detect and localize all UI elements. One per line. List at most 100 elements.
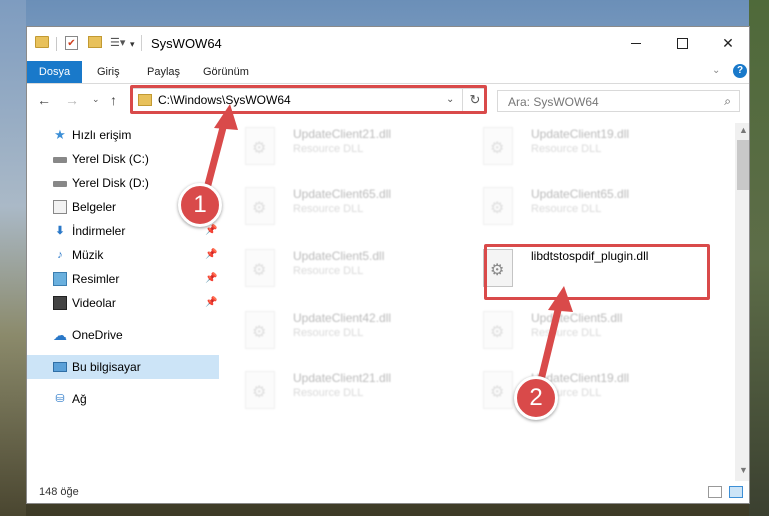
file-item[interactable]: UpdateClient42.dll Resource DLL <box>241 307 471 359</box>
file-name: UpdateClient65.dll <box>531 187 630 201</box>
sidebar-item-this-pc[interactable]: Bu bilgisayar <box>27 355 219 379</box>
file-name: UpdateClient19.dll <box>531 127 630 141</box>
file-name: UpdateClient5.dll <box>531 311 623 325</box>
new-folder-icon[interactable] <box>88 36 102 48</box>
pictures-icon <box>53 272 67 286</box>
sidebar-item-local-disk-c[interactable]: Yerel Disk (C:) <box>27 147 219 171</box>
dll-file-icon <box>245 249 275 287</box>
dll-file-icon <box>483 187 513 225</box>
quick-access-separator <box>56 37 57 51</box>
details-view-icon[interactable] <box>708 486 722 498</box>
folder-icon[interactable] <box>35 36 49 48</box>
file-type: Resource DLL <box>293 265 364 277</box>
sidebar-item-label: Ağ <box>72 392 87 406</box>
drive-icon <box>53 181 67 187</box>
tab-file[interactable]: Dosya <box>27 61 82 83</box>
file-type: Resource DLL <box>293 387 364 399</box>
title-bar: ✔ ☰▾ ▾ SysWOW64 ✕ <box>27 27 749 61</box>
vertical-scrollbar[interactable]: ▲ ▼ <box>735 123 749 481</box>
sidebar-item-onedrive[interactable]: ☁ OneDrive <box>27 323 219 347</box>
maximize-icon <box>676 37 688 49</box>
ribbon-tabs: Dosya Giriş Paylaş Görünüm ⌄ ? <box>27 61 749 84</box>
file-item[interactable]: UpdateClient19.dll Resource DLL <box>479 123 709 175</box>
view-options-icon[interactable]: ☰▾ <box>110 36 126 49</box>
search-placeholder: Ara: SysWOW64 <box>508 95 599 109</box>
sidebar-item-label: Resimler <box>72 272 120 286</box>
scrollbar-thumb[interactable] <box>737 140 749 190</box>
dll-file-icon <box>483 371 513 409</box>
dll-file-icon <box>245 311 275 349</box>
search-input[interactable]: Ara: SysWOW64 ⌕ <box>497 90 740 112</box>
file-name: UpdateClient21.dll <box>293 371 392 385</box>
dll-file-icon <box>245 127 275 165</box>
sidebar-item-label: Videolar <box>72 296 116 310</box>
sidebar-item-label: İndirmeler <box>72 224 126 238</box>
sidebar-item-quick-access[interactable]: ★ Hızlı erişim <box>27 123 219 147</box>
file-item[interactable]: UpdateClient5.dll Resource DLL <box>241 245 471 297</box>
computer-icon <box>53 362 67 372</box>
downloads-icon: ⬇ <box>55 225 65 237</box>
close-button[interactable]: ✕ <box>705 27 749 59</box>
properties-icon[interactable]: ✔ <box>65 36 78 50</box>
sidebar-item-label: Belgeler <box>72 200 117 214</box>
tab-view[interactable]: Görünüm <box>194 61 258 83</box>
file-item[interactable]: UpdateClient5.dll Resource DLL <box>479 307 709 359</box>
item-count: 148 öğe <box>39 486 79 498</box>
file-item[interactable]: UpdateClient21.dll Resource DLL <box>241 367 471 419</box>
scroll-up-icon[interactable]: ▲ <box>739 125 748 135</box>
file-name: UpdateClient42.dll <box>293 311 392 325</box>
title-separator <box>141 35 142 51</box>
forward-arrow-icon[interactable]: → <box>65 92 79 108</box>
sidebar-item-label: Müzik <box>72 248 104 262</box>
address-highlight-box <box>130 85 487 114</box>
desktop-background-right <box>749 0 769 516</box>
sidebar-item-label: Hızlı erişim <box>72 128 132 142</box>
cloud-icon: ☁ <box>53 327 67 343</box>
dll-file-icon <box>483 127 513 165</box>
sidebar-item-label: Yerel Disk (C:) <box>72 152 149 166</box>
sidebar-item-videos[interactable]: Videolar 📌 <box>27 291 219 315</box>
pin-icon[interactable]: 📌 <box>205 267 217 291</box>
dll-file-icon <box>245 187 275 225</box>
pin-icon[interactable]: 📌 <box>205 291 217 315</box>
file-item[interactable]: UpdateClient65.dll Resource DLL <box>241 183 471 235</box>
file-type: Resource DLL <box>531 203 602 215</box>
dll-file-icon <box>483 311 513 349</box>
sidebar-item-music[interactable]: ♪ Müzik 📌 <box>27 243 219 267</box>
documents-icon <box>53 200 67 214</box>
sidebar-item-label: Bu bilgisayar <box>72 360 141 374</box>
file-type: Resource DLL <box>293 327 364 339</box>
tab-home[interactable]: Giriş <box>88 61 129 83</box>
file-item[interactable]: UpdateClient21.dll Resource DLL <box>241 123 471 175</box>
file-name: UpdateClient21.dll <box>293 127 392 141</box>
status-bar: 148 öğe <box>27 481 749 503</box>
minimize-button[interactable] <box>613 27 659 59</box>
sidebar-item-label: Yerel Disk (D:) <box>72 176 149 190</box>
videos-icon <box>53 296 67 310</box>
sidebar-item-pictures[interactable]: Resimler 📌 <box>27 267 219 291</box>
maximize-button[interactable] <box>659 27 705 59</box>
file-highlight-box <box>484 244 710 300</box>
help-icon[interactable]: ? <box>733 64 747 78</box>
star-icon: ★ <box>54 127 66 142</box>
minimize-icon <box>631 42 641 44</box>
navigation-pane: ★ Hızlı erişim Yerel Disk (C:) Yerel Dis… <box>27 123 219 473</box>
pin-icon[interactable]: 📌 <box>205 243 217 267</box>
file-name: UpdateClient5.dll <box>293 249 385 263</box>
file-item[interactable]: UpdateClient65.dll Resource DLL <box>479 183 709 235</box>
drive-icon <box>53 157 67 163</box>
sidebar-item-network[interactable]: ⛁ Ağ <box>27 387 219 411</box>
tab-share[interactable]: Paylaş <box>138 61 189 83</box>
back-arrow-icon[interactable]: ← <box>37 92 51 108</box>
window-title: SysWOW64 <box>151 36 222 51</box>
search-icon[interactable]: ⌕ <box>724 94 731 109</box>
up-arrow-icon[interactable]: ↑ <box>110 92 117 108</box>
file-type: Resource DLL <box>531 143 602 155</box>
scroll-down-icon[interactable]: ▼ <box>739 465 748 475</box>
expand-ribbon-icon[interactable]: ⌄ <box>712 65 720 76</box>
large-icons-view-icon[interactable] <box>729 486 743 498</box>
network-icon: ⛁ <box>55 393 65 405</box>
file-name: UpdateClient65.dll <box>293 187 392 201</box>
recent-locations-icon[interactable]: ⌄ <box>92 94 100 105</box>
customize-toolbar-icon[interactable]: ▾ <box>130 36 135 52</box>
